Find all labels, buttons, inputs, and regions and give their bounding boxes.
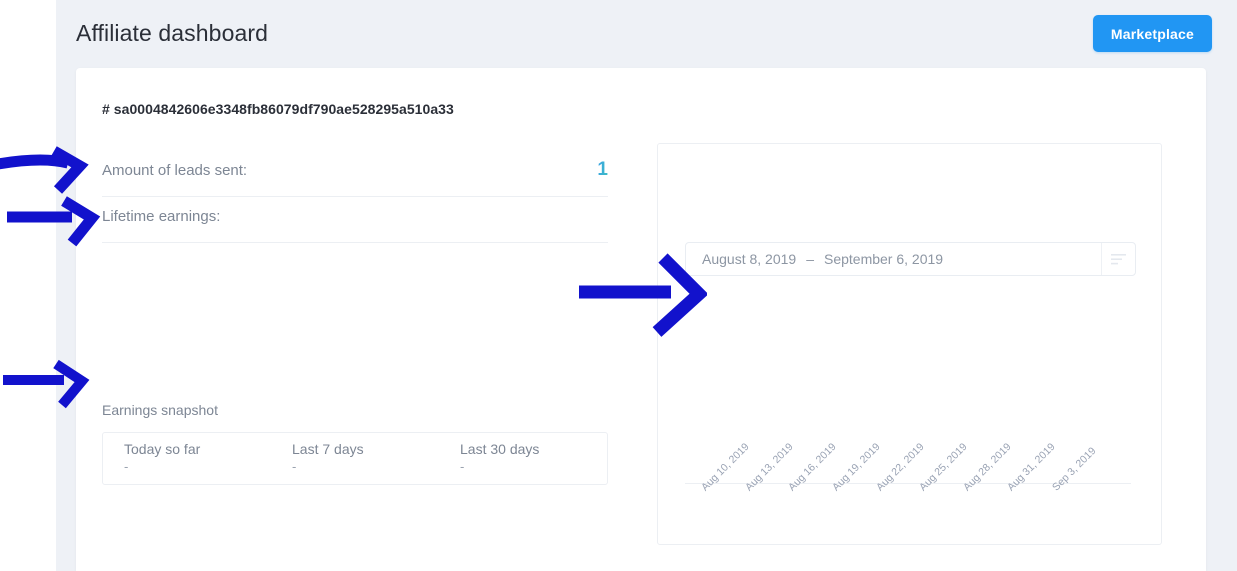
affiliate-id-hash: # sa0004842606e3348fb86079df790ae528295a… [102, 101, 454, 117]
chart-x-axis-labels: Aug 10, 2019 Aug 13, 2019 Aug 16, 2019 A… [685, 441, 1145, 545]
page-header: Affiliate dashboard Marketplace [76, 0, 1212, 68]
stat-row-leads-sent: Amount of leads sent: 1 [102, 151, 608, 197]
snapshot-cell-today: Today so far - [103, 433, 271, 484]
stat-value-leads-sent: 1 [597, 159, 608, 180]
page-title: Affiliate dashboard [76, 20, 268, 46]
lines-icon [1111, 253, 1126, 265]
snapshot-value-last-30-days: - [460, 459, 465, 474]
date-range-menu-button[interactable] [1101, 243, 1135, 275]
date-range-start: August 8, 2019 [702, 251, 797, 267]
snapshot-head-last-7-days: Last 7 days [292, 441, 364, 457]
chart-panel: August 8, 2019 – September 6, 2019 Aug 1… [657, 143, 1162, 545]
stat-row-lifetime-earnings: Lifetime earnings: [102, 197, 608, 243]
left-sidebar-rail [0, 0, 56, 571]
marketplace-button[interactable]: Marketplace [1092, 15, 1212, 52]
earnings-snapshot-table: Today so far - Last 7 days - Last 30 day… [102, 432, 608, 485]
date-range-separator: – [806, 251, 814, 267]
date-range-text[interactable]: August 8, 2019 – September 6, 2019 [686, 243, 1101, 275]
stat-label-lifetime-earnings: Lifetime earnings: [102, 208, 221, 225]
page-container: Affiliate dashboard Marketplace # sa0004… [56, 0, 1237, 571]
snapshot-value-last-7-days: - [292, 459, 297, 474]
stats-list: Amount of leads sent: 1 Lifetime earning… [102, 151, 608, 243]
earnings-snapshot-title: Earnings snapshot [102, 402, 218, 418]
snapshot-cell-last-30-days: Last 30 days - [439, 433, 607, 484]
stat-label-leads-sent: Amount of leads sent: [102, 162, 248, 179]
snapshot-value-today: - [124, 459, 129, 474]
date-range-end: September 6, 2019 [823, 251, 944, 267]
snapshot-cell-last-7-days: Last 7 days - [271, 433, 439, 484]
snapshot-head-today: Today so far [124, 441, 201, 457]
snapshot-head-last-30-days: Last 30 days [460, 441, 540, 457]
date-range-picker[interactable]: August 8, 2019 – September 6, 2019 [685, 242, 1136, 276]
dashboard-card: # sa0004842606e3348fb86079df790ae528295a… [76, 68, 1206, 571]
